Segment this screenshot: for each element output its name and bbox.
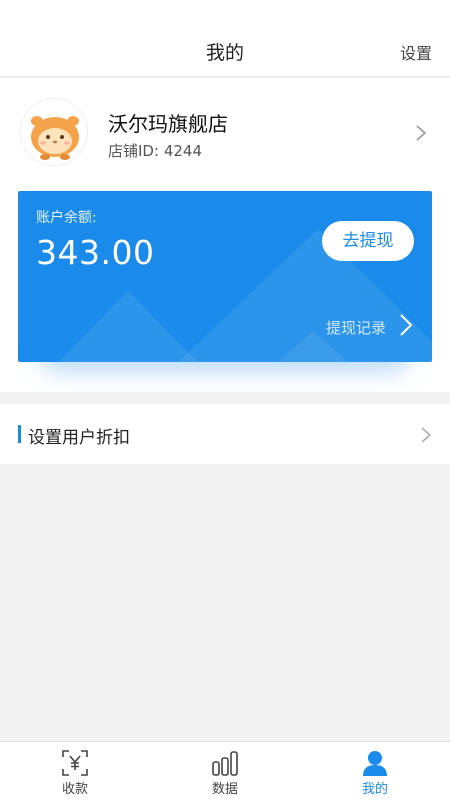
page-title: 我的 xyxy=(205,42,244,64)
store-id-value: 4244 xyxy=(163,142,202,160)
balance-label: 账户余额: xyxy=(36,210,97,226)
yuan-scan-icon xyxy=(62,750,88,776)
store-id-label: 店铺ID: xyxy=(108,142,160,160)
tab-collect-label: 收款 xyxy=(61,782,88,797)
set-user-discount-row[interactable]: 设置用户折扣 xyxy=(0,404,450,464)
tab-mine-label: 我的 xyxy=(361,782,388,797)
hamster-avatar-icon xyxy=(31,116,79,160)
bar-chart-icon xyxy=(212,751,238,776)
settings-button[interactable]: 设置 xyxy=(400,40,432,64)
tab-data[interactable]: 数据 xyxy=(150,742,300,800)
avatar[interactable] xyxy=(20,98,88,166)
chevron-right-icon xyxy=(421,427,432,443)
store-id: 店铺ID: 4244 xyxy=(108,140,202,161)
user-icon xyxy=(363,751,387,776)
tab-mine[interactable]: 我的 xyxy=(300,742,450,800)
store-name: 沃尔玛旗舰店 xyxy=(108,112,228,136)
withdraw-button[interactable]: 去提现 xyxy=(322,221,414,261)
bottom-nav: 收款 数据 我的 xyxy=(0,741,450,800)
chevron-right-icon[interactable] xyxy=(398,313,414,337)
balance-card: 账户余额: 343.00 去提现 提现记录 xyxy=(18,191,432,362)
profile-section: 沃尔玛旗舰店 店铺ID: 4244 账户余额: 343.00 去提现 提现记录 xyxy=(0,78,450,392)
tab-collect[interactable]: 收款 xyxy=(0,742,150,800)
top-bar: 我的 设置 xyxy=(0,0,450,77)
set-user-discount-label: 设置用户折扣 xyxy=(28,428,130,448)
tab-data-label: 数据 xyxy=(211,782,238,797)
chevron-right-icon[interactable] xyxy=(414,124,428,142)
withdraw-history-link[interactable]: 提现记录 xyxy=(326,317,386,338)
balance-amount: 343.00 xyxy=(36,233,155,272)
accent-bar xyxy=(18,425,21,443)
